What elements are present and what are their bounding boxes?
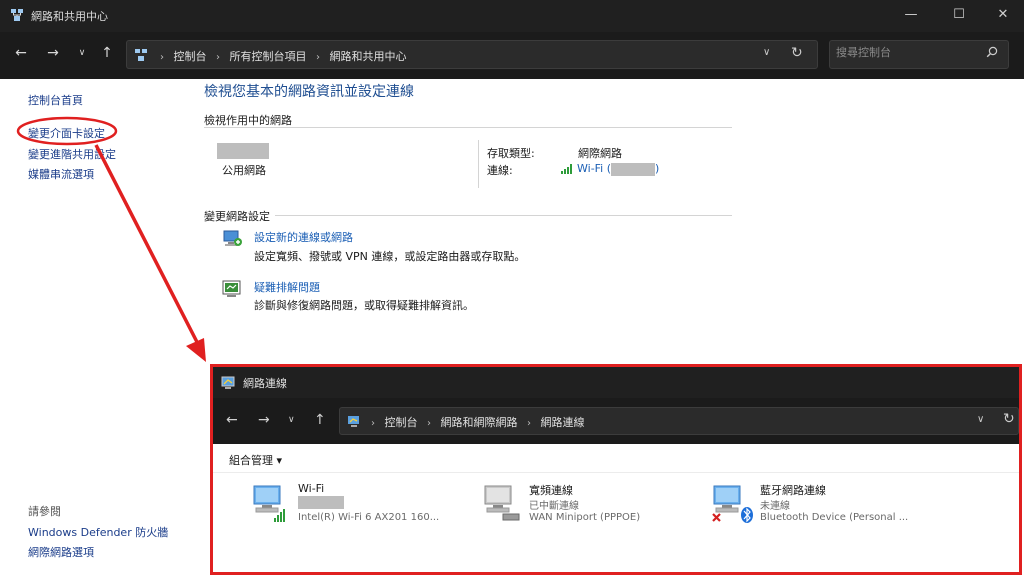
redacted-ssid (298, 496, 344, 509)
overlay-title-bar: 網路連線 (213, 367, 1019, 398)
sidebar-item-internet-options[interactable]: 網際網路選項 (28, 544, 94, 560)
connection-status: 已中斷連線 (529, 501, 579, 512)
network-connections-icon (221, 376, 235, 389)
breadcrumb-separator: › (216, 52, 220, 63)
connection-name: 藍牙網路連線 (760, 484, 826, 497)
breadcrumb: › 控制台 › 所有控制台項目 › 網路和共用中心 (154, 48, 407, 64)
sidebar-item-firewall[interactable]: Windows Defender 防火牆 (28, 524, 168, 540)
access-type-label: 存取類型: (487, 147, 535, 160)
wifi-link-suffix: ) (655, 162, 660, 175)
title-bar: 網路和共用中心 — ☐ ✕ (0, 0, 1024, 32)
overlay-recent-button[interactable]: ∨ (288, 415, 295, 425)
connection-broadband[interactable]: 寬頻連線 已中斷連線 WAN Miniport (PPPOE) (481, 482, 691, 530)
overlay-breadcrumb: › 控制台 › 網路和網際網路 › 網路連線 (365, 414, 585, 430)
overlay-up-button[interactable]: ↑ (314, 412, 326, 428)
network-type: 公用網路 (222, 164, 266, 177)
connection-name: 寬頻連線 (529, 484, 573, 497)
new-connection-description: 設定寬頻、撥號或 VPN 連線，或設定路由器或存取點。 (254, 250, 526, 263)
organize-menu-button[interactable]: 組合管理 ▾ (229, 452, 282, 468)
sidebar-item-advanced-sharing[interactable]: 變更進階共用設定 (28, 146, 116, 162)
connection-device: Bluetooth Device (Personal ... (760, 512, 909, 523)
access-type-value: 網際網路 (578, 147, 622, 160)
connection-device: Intel(R) Wi-Fi 6 AX201 160... (298, 512, 440, 523)
breadcrumb-item[interactable]: 控制台 (174, 50, 207, 63)
new-connection-icon (223, 230, 242, 246)
signal-strength-icon (561, 164, 572, 174)
search-icon[interactable] (986, 46, 998, 58)
sidebar-item-home[interactable]: 控制台首頁 (28, 92, 83, 108)
minimize-button[interactable]: — (888, 0, 934, 32)
sidebar: 控制台首頁 變更介面卡設定 變更進階共用設定 媒體串流選項 請參閱 Window… (0, 79, 190, 577)
maximize-button[interactable]: ☐ (936, 0, 982, 32)
breadcrumb-item[interactable]: 網路連線 (541, 416, 585, 429)
overlay-navigation-bar: ← → ∨ ↑ › 控制台 › 網路和網際網路 › 網路連線 ∨ ↻ (213, 398, 1019, 444)
breadcrumb-item[interactable]: 網路和共用中心 (330, 50, 407, 63)
network-connections-icon (348, 416, 359, 427)
breadcrumb-item[interactable]: 所有控制台項目 (230, 50, 307, 63)
recent-locations-button[interactable]: ∨ (72, 48, 92, 58)
overlay-address-dropdown-button[interactable]: ∨ (977, 414, 984, 425)
troubleshoot-description: 診斷與修復網路問題，或取得疑難排解資訊。 (254, 299, 474, 312)
page-title: 檢視您基本的網路資訊並設定連線 (204, 84, 414, 100)
connection-device: WAN Miniport (PPPOE) (529, 512, 641, 523)
overlay-forward-button[interactable]: → (258, 412, 270, 428)
divider (204, 127, 732, 128)
wifi-link-prefix: Wi-Fi ( (577, 162, 612, 175)
troubleshoot-link[interactable]: 疑難排解問題 (254, 279, 320, 295)
close-button[interactable]: ✕ (980, 0, 1024, 32)
control-panel-icon (135, 49, 147, 61)
redacted-network-name (217, 143, 269, 159)
overlay-refresh-button[interactable]: ↻ (1003, 411, 1015, 427)
wifi-connection-link[interactable]: Wi-Fi () (577, 162, 659, 176)
overlay-window-title: 網路連線 (243, 377, 287, 390)
network-center-icon (11, 9, 23, 21)
troubleshoot-icon (222, 280, 241, 297)
breadcrumb-separator: › (371, 418, 375, 429)
breadcrumb-separator: › (527, 418, 531, 429)
active-networks-label: 檢視作用中的網路 (204, 114, 292, 127)
change-settings-label: 變更網路設定 (204, 210, 270, 223)
sidebar-item-adapter-settings[interactable]: 變更介面卡設定 (28, 125, 105, 141)
overlay-back-button[interactable]: ← (226, 412, 238, 428)
breadcrumb-item[interactable]: 網路和網際網路 (441, 416, 518, 429)
bluetooth-adapter-icon (712, 485, 753, 523)
new-connection-link[interactable]: 設定新的連線或網路 (254, 229, 353, 245)
divider (275, 215, 732, 216)
see-also-header: 請參閱 (28, 505, 61, 518)
search-box[interactable] (829, 40, 1009, 69)
connection-wifi[interactable]: Wi-Fi Intel(R) Wi-Fi 6 AX201 160... (250, 482, 460, 530)
refresh-button[interactable]: ↻ (791, 45, 803, 61)
broadband-adapter-icon (484, 485, 520, 521)
address-bar[interactable]: › 控制台 › 所有控制台項目 › 網路和共用中心 ∨ ↻ (126, 40, 818, 69)
back-button[interactable]: ← (11, 45, 31, 61)
connection-label: 連線: (487, 164, 513, 177)
vertical-divider (478, 140, 479, 188)
search-input[interactable] (836, 46, 976, 59)
breadcrumb-separator: › (427, 418, 431, 429)
forward-button[interactable]: → (43, 45, 63, 61)
overlay-address-bar[interactable]: › 控制台 › 網路和網際網路 › 網路連線 ∨ ↻ (339, 407, 1019, 435)
sidebar-item-media-streaming[interactable]: 媒體串流選項 (28, 166, 94, 182)
connection-status: 未連線 (760, 501, 790, 512)
wifi-adapter-icon (253, 485, 285, 522)
up-button[interactable]: ↑ (97, 45, 117, 61)
breadcrumb-separator: › (316, 52, 320, 63)
breadcrumb-item[interactable]: 控制台 (385, 416, 418, 429)
window-title: 網路和共用中心 (31, 10, 108, 23)
network-connections-window: 網路連線 ← → ∨ ↑ › 控制台 › 網路和網際網路 › 網路連線 ∨ ↻ … (210, 364, 1022, 575)
connection-name: Wi-Fi (298, 482, 325, 495)
overlay-toolbar: 組合管理 ▾ (213, 444, 1019, 473)
address-dropdown-button[interactable]: ∨ (763, 47, 770, 58)
redacted-ssid (611, 162, 656, 176)
connection-bluetooth[interactable]: 藍牙網路連線 未連線 Bluetooth Device (Personal ..… (712, 482, 922, 530)
breadcrumb-separator: › (160, 52, 164, 63)
